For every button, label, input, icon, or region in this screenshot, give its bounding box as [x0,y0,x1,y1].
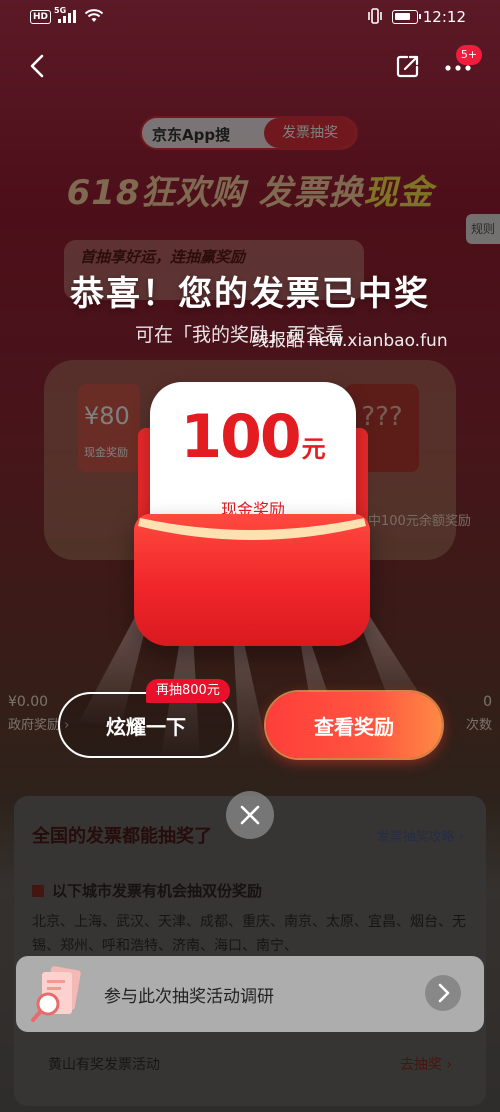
close-icon [240,805,260,825]
view-reward-label: 查看奖励 [314,714,394,739]
chevron-left-icon [30,54,44,78]
close-modal-button[interactable] [226,791,274,839]
chevron-right-icon [438,983,450,1003]
prize-amount: 100元 [150,402,356,472]
hd-indicator: HD [30,10,52,24]
signal-icon [56,9,82,23]
modal-title: 恭喜！您的发票已中奖 [70,274,430,314]
message-count-badge: 5+ [456,45,482,65]
survey-magnifier-icon [31,966,81,1022]
survey-go-button[interactable] [425,975,461,1011]
view-reward-button[interactable]: 查看奖励 [266,692,442,758]
back-button[interactable] [22,50,54,82]
show-off-label: 炫耀一下 [106,714,186,739]
prize-amount-number: 100 [180,402,301,472]
wifi-icon [84,8,104,28]
vibrate-icon [366,8,384,28]
status-bar: HD 5G 12:12 [0,0,500,36]
share-icon [396,55,419,78]
clock: 12:12 [422,8,466,26]
survey-text: 参与此次抽奖活动调研 [104,987,274,1007]
watermark-text: 线报酷 new.xianbao.fun [252,331,448,351]
share-button[interactable] [394,52,422,80]
battery-icon [392,10,421,24]
draw-again-tag: 再抽800元 [146,679,230,703]
survey-banner[interactable]: 参与此次抽奖活动调研 [16,956,484,1032]
envelope-lip-decoration [138,518,366,540]
prize-amount-unit: 元 [301,435,326,463]
